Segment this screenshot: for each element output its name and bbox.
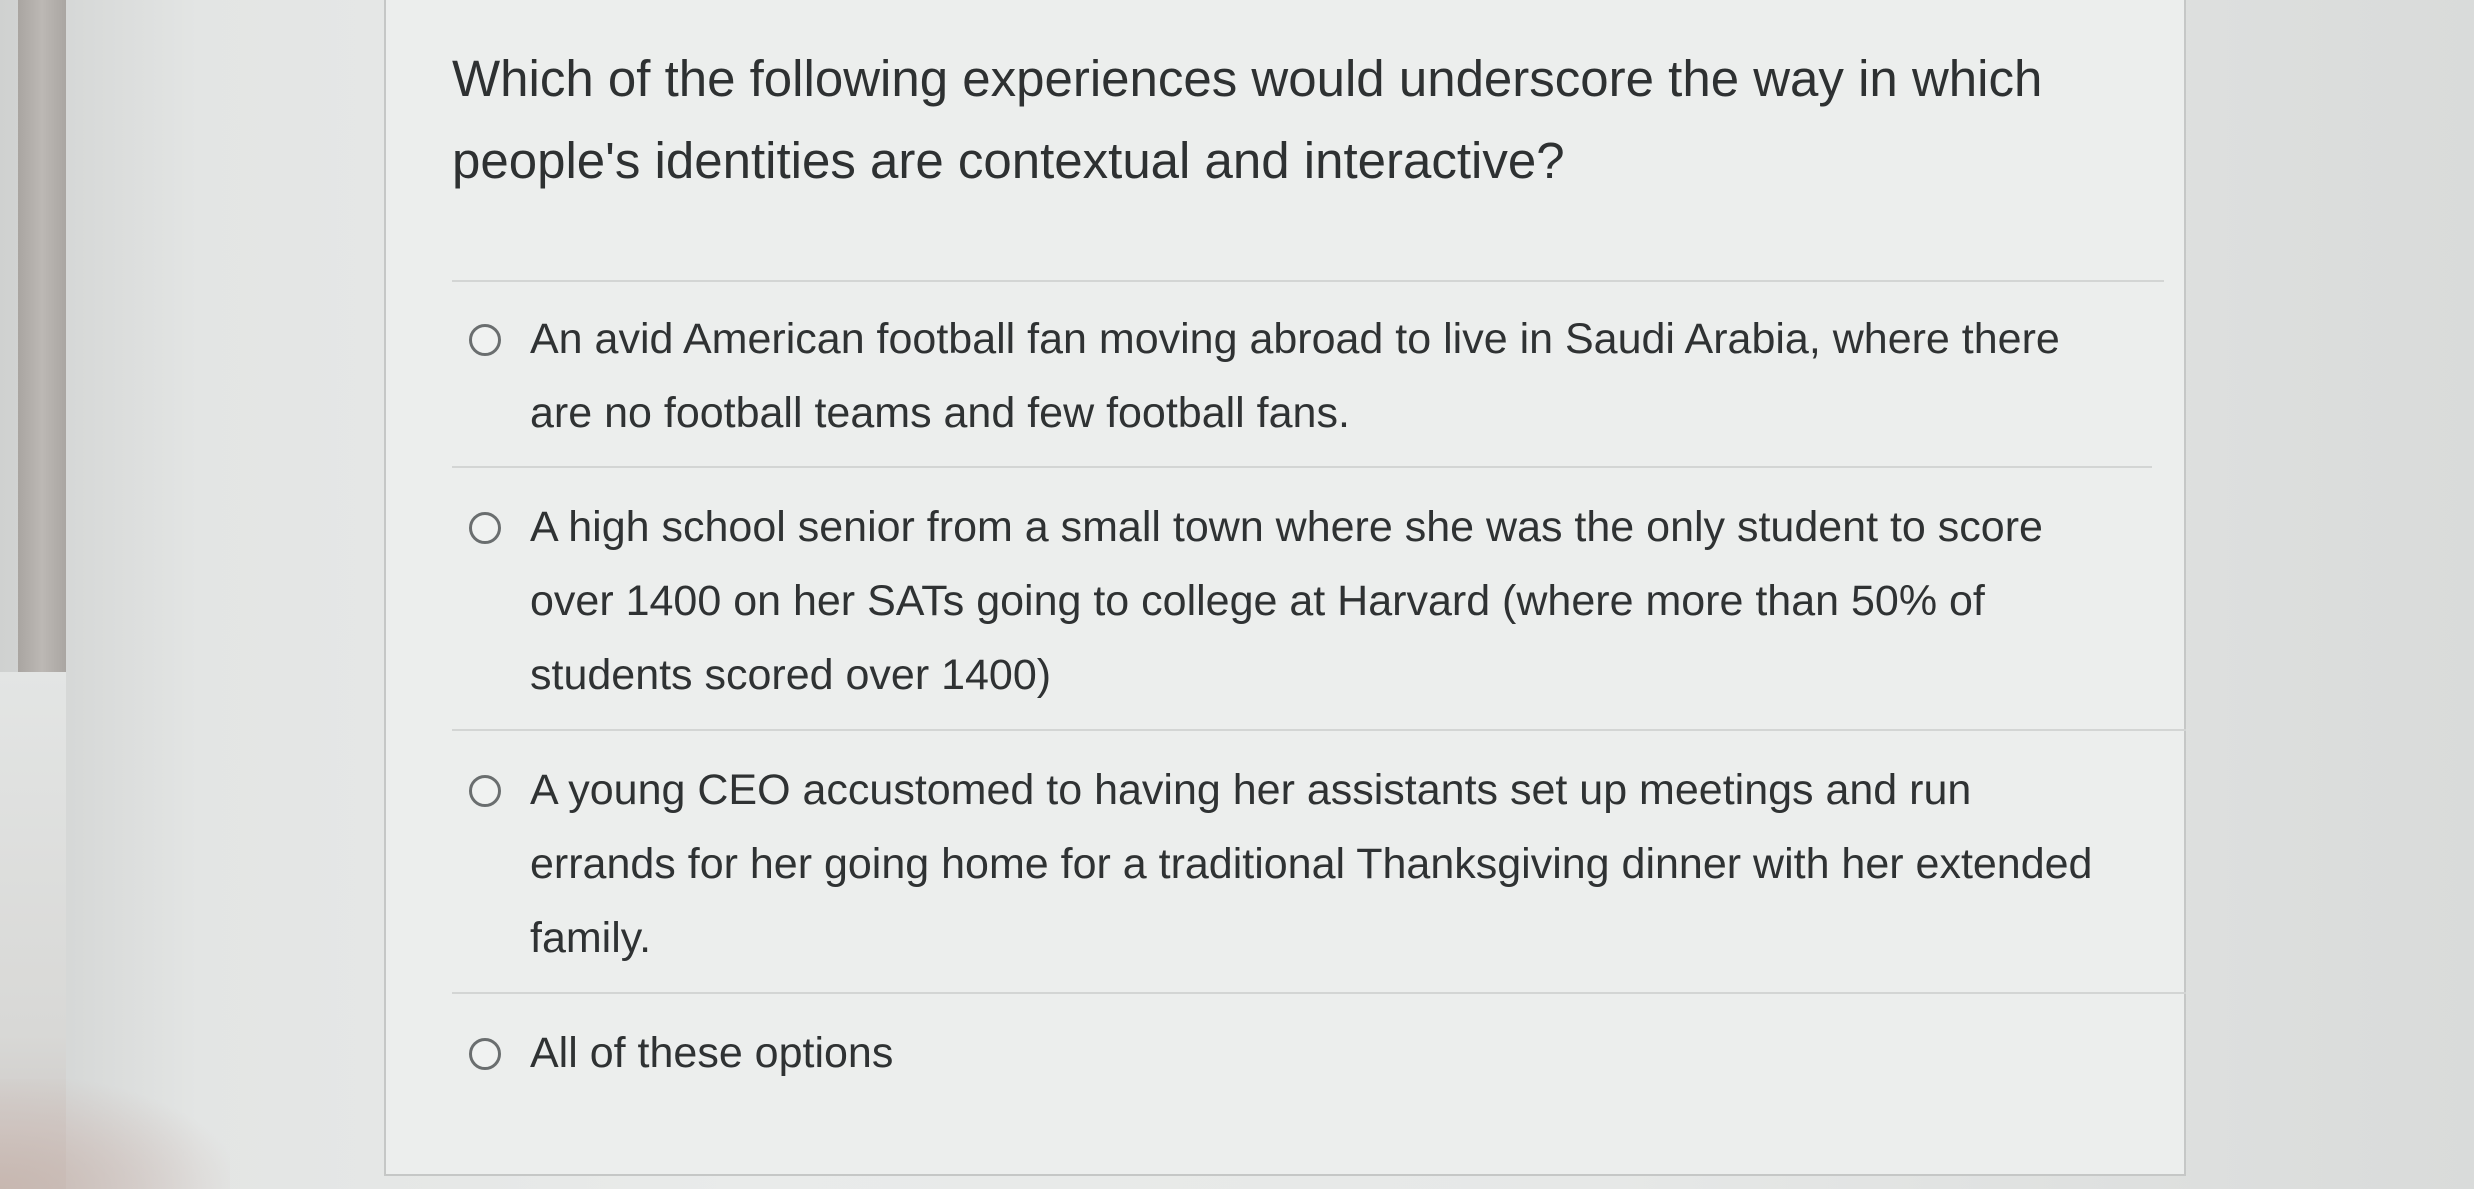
divider [452, 466, 2152, 468]
answer-option-3[interactable]: A young CEO accustomed to having her ass… [469, 753, 2169, 975]
option-label-3: A young CEO accustomed to having her ass… [530, 766, 2093, 962]
radio-button-option-4[interactable] [469, 1038, 501, 1070]
option-label-4: All of these options [530, 1029, 894, 1077]
answer-option-1[interactable]: An avid American football fan moving abr… [469, 302, 2169, 450]
answer-option-2[interactable]: A high school senior from a small town w… [469, 490, 2169, 712]
divider [452, 729, 2186, 731]
radio-button-option-2[interactable] [469, 512, 501, 544]
divider [452, 280, 2164, 282]
radio-button-option-1[interactable] [469, 324, 501, 356]
option-label-1: An avid American football fan moving abr… [530, 315, 2060, 437]
answer-option-4[interactable]: All of these options [469, 1016, 2169, 1090]
radio-button-option-3[interactable] [469, 775, 501, 807]
window-edge [18, 0, 66, 672]
corner-shadow [0, 1079, 230, 1189]
option-label-2: A high school senior from a small town w… [530, 503, 2043, 699]
question-card: Which of the following experiences would… [384, 0, 2186, 1176]
question-text: Which of the following experiences would… [452, 50, 2043, 189]
divider [452, 992, 2186, 994]
